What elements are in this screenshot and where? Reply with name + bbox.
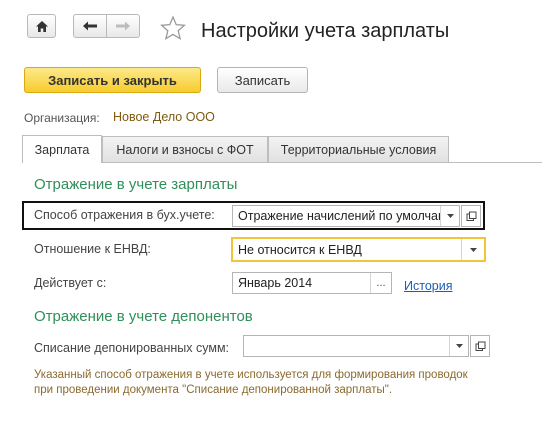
open-window-icon xyxy=(475,341,485,351)
organization-value: Новое Дело ООО xyxy=(113,110,215,124)
tab-territorial[interactable]: Территориальные условия xyxy=(268,136,449,162)
open-item-button[interactable] xyxy=(470,335,490,357)
writeoff-select[interactable] xyxy=(243,335,469,357)
effective-label: Действует с: xyxy=(34,276,107,290)
chevron-down-icon[interactable] xyxy=(440,206,459,226)
open-window-icon xyxy=(466,211,476,221)
save-and-close-button[interactable]: Записать и закрыть xyxy=(24,67,201,93)
deposit-note-line1: Указанный способ отражения в учете испол… xyxy=(34,369,468,381)
arrow-left-icon xyxy=(83,21,97,31)
open-item-button[interactable] xyxy=(461,205,481,227)
section-title-salary: Отражение в учете зарплаты xyxy=(34,176,238,193)
chevron-down-icon[interactable] xyxy=(449,336,468,356)
tab-salary[interactable]: Зарплата xyxy=(22,135,102,163)
method-value: Отражение начислений по умолчанию xyxy=(238,209,440,223)
arrow-right-icon xyxy=(116,21,130,31)
select-period-button[interactable]: ... xyxy=(370,273,391,293)
organization-label: Организация: xyxy=(24,111,100,125)
method-select[interactable]: Отражение начислений по умолчанию xyxy=(232,205,460,227)
forward-button[interactable] xyxy=(106,14,140,38)
method-label: Способ отражения в бух.учете: xyxy=(34,208,215,222)
tab-taxes[interactable]: Налоги и взносы с ФОТ xyxy=(102,136,268,162)
envd-label: Отношение к ЕНВД: xyxy=(34,242,151,256)
favorite-star-icon[interactable] xyxy=(160,15,186,41)
back-button[interactable] xyxy=(73,14,107,38)
section-title-deposits: Отражение в учете депонентов xyxy=(34,308,253,325)
effective-date-field[interactable]: Январь 2014 ... xyxy=(232,272,392,294)
deposit-note-line2: при проведении документа "Списание депон… xyxy=(34,384,393,396)
envd-value: Не относится к ЕНВД xyxy=(238,242,362,257)
history-link[interactable]: История xyxy=(404,279,452,293)
effective-date-value: Январь 2014 xyxy=(238,276,313,290)
home-icon xyxy=(35,20,48,32)
home-button[interactable] xyxy=(27,14,56,38)
page-title: Настройки учета зарплаты xyxy=(201,20,450,42)
chevron-down-icon[interactable] xyxy=(461,239,484,260)
envd-select[interactable]: Не относится к ЕНВД xyxy=(231,237,486,262)
save-button[interactable]: Записать xyxy=(217,67,308,93)
writeoff-label: Списание депонированных сумм: xyxy=(34,341,230,355)
